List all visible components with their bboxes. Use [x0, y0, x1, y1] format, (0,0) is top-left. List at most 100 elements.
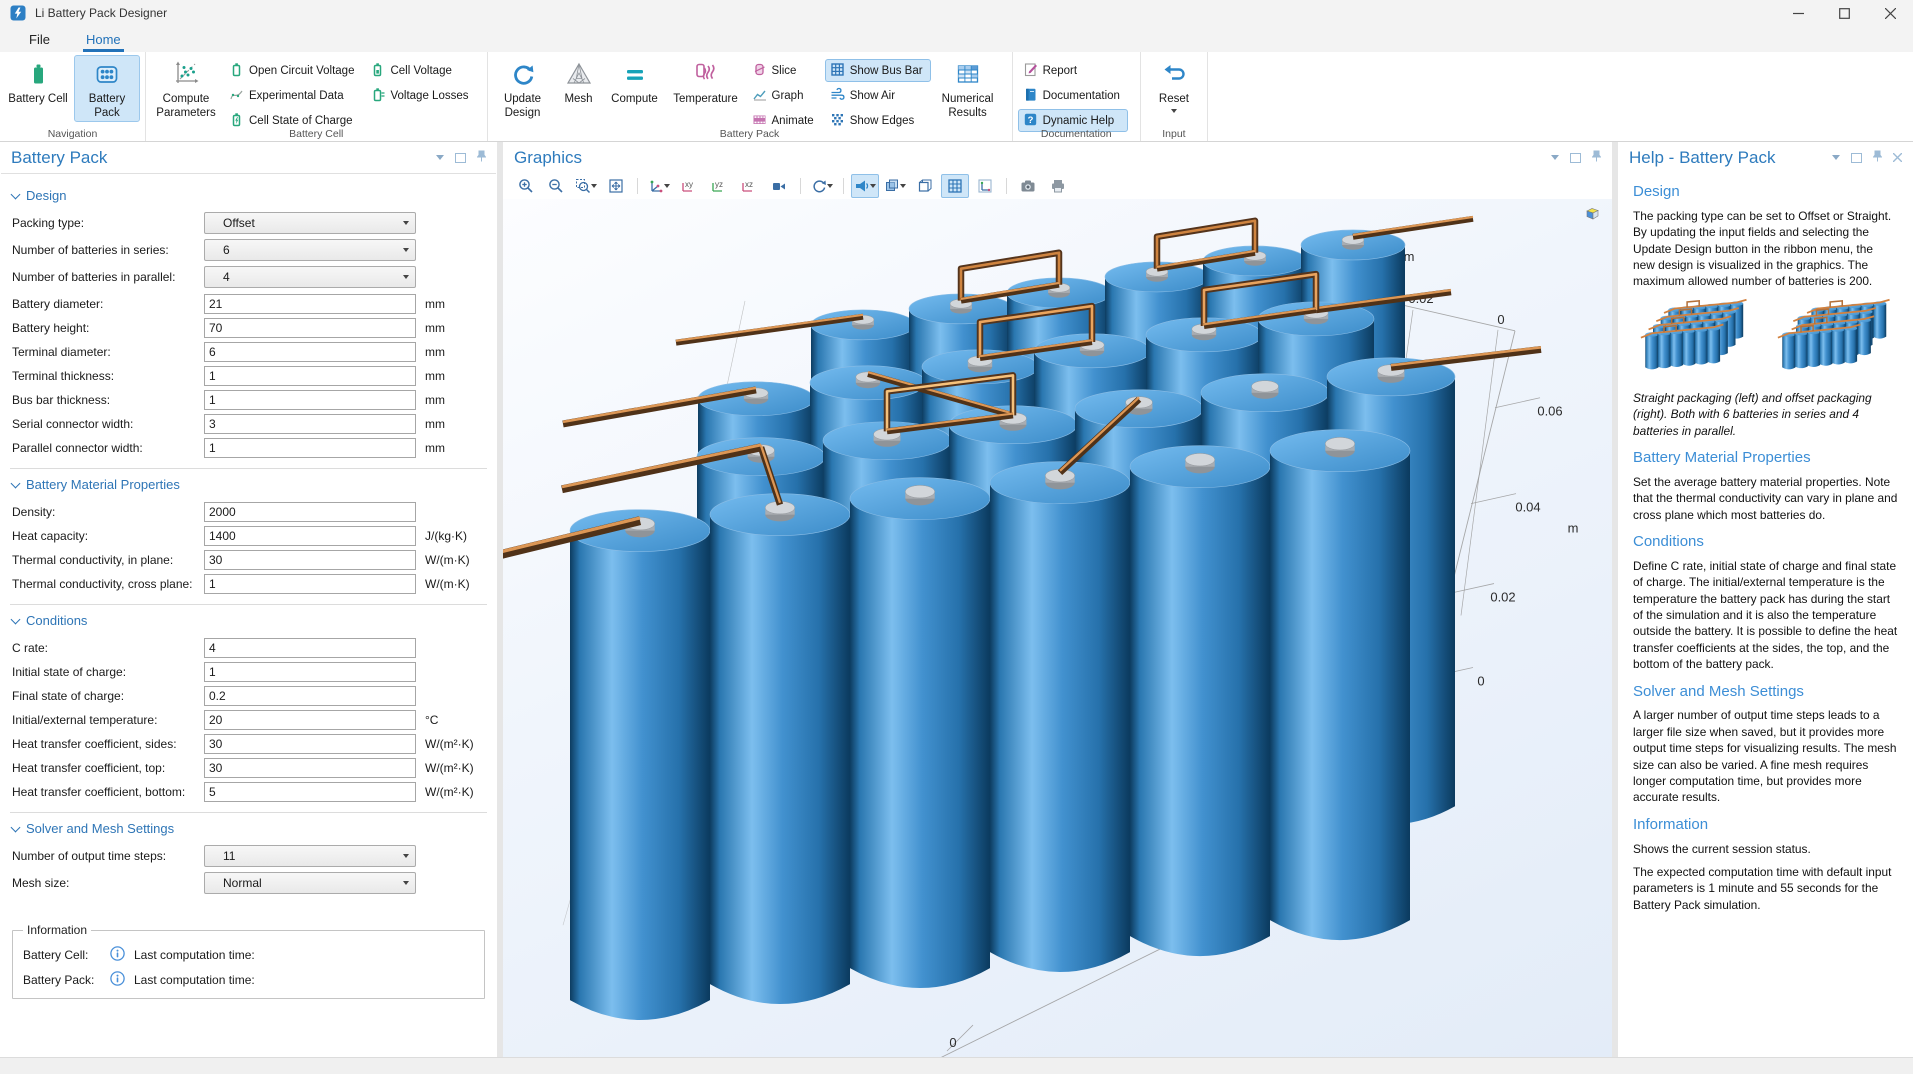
- graphics-canvas[interactable]: 0.060.04m0.0200.060.04m0.0200.10.05m0: [503, 199, 1612, 1058]
- report-button[interactable]: Report: [1018, 59, 1128, 82]
- battery-diameter-input[interactable]: [204, 294, 416, 314]
- help-text-design: The packing type can be set to Offset or…: [1633, 208, 1898, 290]
- section-solver-and-mesh-settings[interactable]: Solver and Mesh Settings: [12, 821, 485, 836]
- ribbon-group-battery-cell: Compute Parameters Open Circuit Voltage …: [146, 52, 488, 141]
- terminal-diameter-input[interactable]: [204, 342, 416, 362]
- maximize-button[interactable]: [1821, 0, 1867, 26]
- svg-text:xy: xy: [685, 180, 693, 189]
- output-time-steps-dropdown[interactable]: 11: [204, 845, 416, 867]
- pin-icon[interactable]: [1592, 150, 1601, 165]
- show-edges-icon: [830, 112, 845, 130]
- zoom-out-button[interactable]: [542, 174, 570, 198]
- thermal-conductivity-cross-plane-input[interactable]: [204, 574, 416, 594]
- window-title: Li Battery Pack Designer: [35, 6, 167, 20]
- documentation-button[interactable]: Documentation: [1018, 84, 1128, 107]
- show-bus-bar-button[interactable]: Show Bus Bar: [825, 59, 931, 82]
- graphics-toolbar: xy yz xz: [503, 173, 1612, 199]
- batteries-in-parallel-dropdown[interactable]: 4: [204, 266, 416, 288]
- zoom-in-button[interactable]: [512, 174, 540, 198]
- numerical-results-button[interactable]: Numerical Results: [934, 55, 1002, 122]
- rotate-button[interactable]: [808, 174, 836, 198]
- zoom-extents-button[interactable]: [602, 174, 630, 198]
- minimize-button[interactable]: [1775, 0, 1821, 26]
- help-text-information-1: Shows the current session status.: [1633, 841, 1898, 857]
- close-panel-icon[interactable]: [1893, 151, 1902, 165]
- section-conditions[interactable]: Conditions: [12, 613, 485, 628]
- c-rate-input[interactable]: [204, 638, 416, 658]
- serial-connector-width-input[interactable]: [204, 414, 416, 434]
- heat-transfer-sides-input[interactable]: [204, 734, 416, 754]
- menu-bar: File Home: [0, 26, 1913, 52]
- initial-state-of-charge-input[interactable]: [204, 662, 416, 682]
- bus-bar-thickness-input[interactable]: [204, 390, 416, 410]
- compute-button[interactable]: Compute: [605, 55, 665, 108]
- final-state-of-charge-input[interactable]: [204, 686, 416, 706]
- show-air-button[interactable]: Show Air: [825, 84, 931, 107]
- chevron-down-icon[interactable]: [436, 155, 444, 160]
- svg-text:0: 0: [949, 1035, 956, 1050]
- menu-home[interactable]: Home: [83, 29, 124, 52]
- scene-light-button[interactable]: [851, 174, 879, 198]
- battery-pack-3d-view[interactable]: 0.060.04m0.0200.060.04m0.0200.10.05m0: [503, 199, 1612, 1058]
- help-text-solver: A larger number of output time steps lea…: [1633, 707, 1898, 806]
- svg-text:?: ?: [1027, 115, 1033, 126]
- svg-text:xz: xz: [745, 180, 753, 189]
- battery-height-input[interactable]: [204, 318, 416, 338]
- pin-icon[interactable]: [477, 150, 486, 165]
- density-input[interactable]: [204, 502, 416, 522]
- mesh-button[interactable]: Mesh: [556, 55, 602, 108]
- menu-file[interactable]: File: [26, 29, 53, 52]
- open-circuit-voltage-button[interactable]: Open Circuit Voltage: [224, 59, 362, 82]
- default-view-button[interactable]: [645, 174, 673, 198]
- heat-transfer-bottom-input[interactable]: [204, 782, 416, 802]
- chevron-down-icon: [591, 184, 597, 188]
- cell-voltage-button[interactable]: Cell Voltage: [365, 59, 476, 82]
- svg-text:0: 0: [1477, 673, 1484, 688]
- zoom-box-button[interactable]: [572, 174, 600, 198]
- battery-pack-button[interactable]: Battery Pack: [74, 55, 140, 122]
- wireframe-cube-button[interactable]: [911, 174, 939, 198]
- view-yz-button[interactable]: yz: [705, 174, 733, 198]
- compute-parameters-button[interactable]: Compute Parameters: [151, 55, 221, 122]
- mesh-size-dropdown[interactable]: Normal: [204, 872, 416, 894]
- slice-button[interactable]: Slice: [747, 59, 822, 82]
- section-design[interactable]: Design: [12, 188, 485, 203]
- transparency-button[interactable]: [881, 174, 909, 198]
- svg-text:0.02: 0.02: [1490, 590, 1515, 605]
- chevron-down-icon[interactable]: [1832, 155, 1840, 160]
- battery-pack-icon: [93, 59, 121, 89]
- view-cube-icon[interactable]: [1583, 206, 1601, 224]
- graph-button[interactable]: Graph: [747, 84, 822, 107]
- help-text-conditions: Define C rate, initial state of charge a…: [1633, 558, 1898, 673]
- print-button[interactable]: [1044, 174, 1072, 198]
- batteries-in-series-dropdown[interactable]: 6: [204, 239, 416, 261]
- snapshot-button[interactable]: [1014, 174, 1042, 198]
- view-xz-button[interactable]: xz: [735, 174, 763, 198]
- heat-transfer-top-input[interactable]: [204, 758, 416, 778]
- restore-panel-icon[interactable]: [1851, 153, 1862, 163]
- temperature-button[interactable]: Temperature: [668, 55, 744, 108]
- perspective-view-button[interactable]: [765, 174, 793, 198]
- view-xy-button[interactable]: xy: [675, 174, 703, 198]
- packing-type-dropdown[interactable]: Offset: [204, 212, 416, 234]
- heat-capacity-input[interactable]: [204, 526, 416, 546]
- terminal-thickness-input[interactable]: [204, 366, 416, 386]
- thermal-conductivity-in-plane-input[interactable]: [204, 550, 416, 570]
- pin-icon[interactable]: [1873, 150, 1882, 165]
- section-battery-material-properties[interactable]: Battery Material Properties: [12, 477, 485, 492]
- restore-panel-icon[interactable]: [455, 153, 466, 163]
- cell-state-of-charge-icon: [229, 112, 244, 130]
- voltage-losses-button[interactable]: Voltage Losses: [365, 84, 476, 107]
- parallel-connector-width-input[interactable]: [204, 438, 416, 458]
- chevron-down-icon[interactable]: [1551, 155, 1559, 160]
- restore-panel-icon[interactable]: [1570, 153, 1581, 163]
- show-axes-button[interactable]: [971, 174, 999, 198]
- update-design-button[interactable]: Update Design: [493, 55, 553, 122]
- reset-button[interactable]: Reset: [1146, 55, 1202, 115]
- ribbon-group-input: Reset Input: [1141, 52, 1208, 141]
- experimental-data-button[interactable]: Experimental Data: [224, 84, 362, 107]
- close-button[interactable]: [1867, 0, 1913, 26]
- show-grid-button[interactable]: [941, 174, 969, 198]
- initial-external-temperature-input[interactable]: [204, 710, 416, 730]
- battery-cell-button[interactable]: Battery Cell: [5, 55, 71, 108]
